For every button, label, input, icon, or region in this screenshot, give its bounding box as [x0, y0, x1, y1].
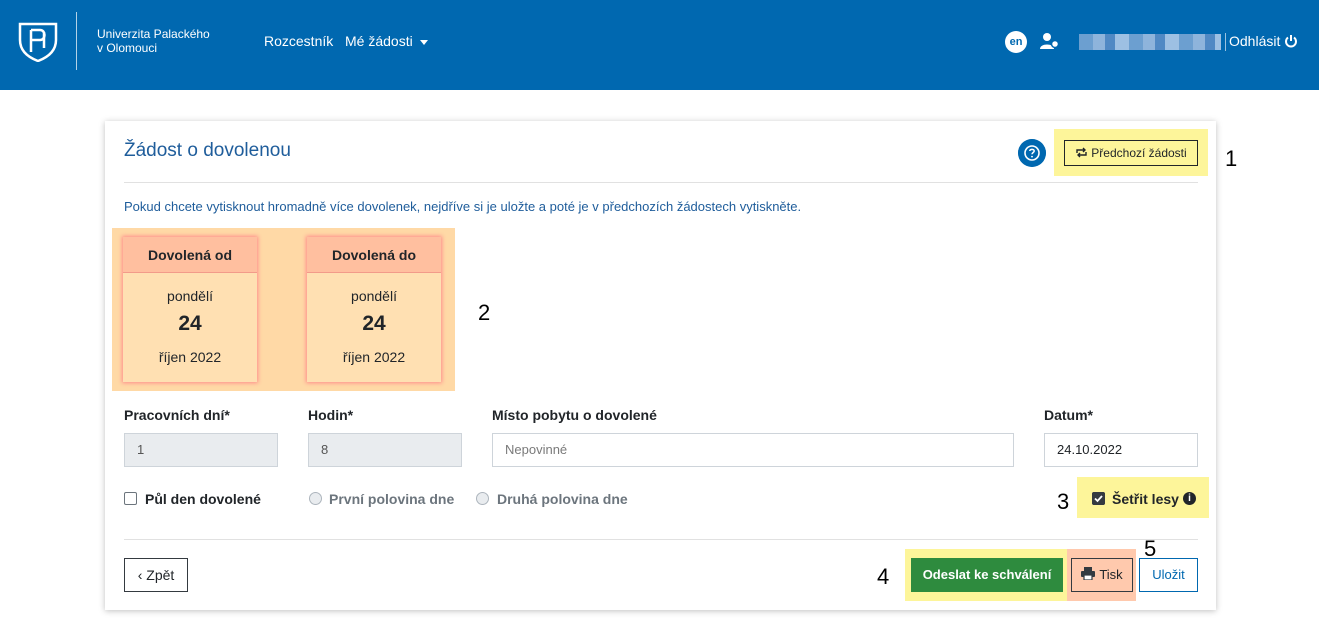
date-from-picker[interactable]: Dovolená od pondělí 24 říjen 2022 — [123, 237, 257, 382]
logo-divider — [76, 12, 77, 70]
half-day-label: Půl den dovolené — [145, 491, 261, 507]
vacation-place-label: Místo pobytu o dovolené — [492, 407, 657, 423]
second-half-label: Druhá polovina dne — [497, 491, 628, 507]
date-input[interactable]: 24.10.2022 — [1044, 433, 1198, 467]
divider — [124, 182, 1198, 183]
university-name-line1: Univerzita Palackého — [97, 27, 210, 41]
power-icon — [1285, 35, 1298, 48]
university-name: Univerzita Palackého v Olomouci — [97, 27, 210, 55]
logout-label: Odhlásit — [1229, 33, 1281, 49]
nav-my-requests-label: Mé žádosti — [345, 33, 413, 49]
date-to-day: 24 — [362, 312, 386, 335]
nav-my-requests-dropdown[interactable]: Mé žádosti — [345, 33, 428, 49]
language-switch-button[interactable]: en — [1005, 31, 1027, 53]
repeat-icon — [1076, 147, 1087, 158]
info-text: Pokud chcete vytisknout hromadně více do… — [124, 199, 802, 214]
half-day-checkbox[interactable] — [124, 492, 137, 505]
chevron-left-icon: ‹ — [137, 567, 147, 583]
date-from-month-year: říjen 2022 — [158, 349, 222, 365]
print-button[interactable]: Tisk — [1071, 558, 1133, 592]
hours-field: 8 — [308, 433, 462, 467]
date-from-weekday: pondělí — [167, 288, 213, 304]
logout-link[interactable]: Odhlásit — [1229, 33, 1298, 49]
date-from-day: 24 — [178, 312, 202, 335]
hours-label: Hodin* — [308, 407, 354, 423]
page-title: Žádost o dovolenou — [124, 140, 291, 161]
caret-down-icon — [419, 39, 428, 45]
divider — [124, 539, 1198, 540]
header-divider — [1225, 33, 1226, 51]
date-label: Datum* — [1044, 407, 1094, 423]
date-to-month-year: říjen 2022 — [342, 349, 406, 365]
second-half-radio[interactable] — [476, 492, 489, 505]
workdays-label: Pracovních dní* — [124, 407, 230, 423]
university-name-line2: v Olomouci — [97, 41, 158, 55]
info-icon[interactable]: i — [1183, 492, 1196, 505]
date-to-weekday: pondělí — [351, 288, 397, 304]
date-to-header: Dovolená do — [307, 237, 441, 273]
annotation-4: 4 — [877, 564, 890, 589]
print-label: Tisk — [1099, 567, 1123, 582]
annotation-3: 3 — [1057, 489, 1070, 514]
send-for-approval-button[interactable]: Odeslat ke schválení — [911, 558, 1063, 592]
back-button[interactable]: ‹ Zpět — [124, 558, 188, 592]
previous-requests-button[interactable]: Předchozí žádosti — [1064, 140, 1198, 166]
annotation-2: 2 — [478, 300, 491, 325]
save-button[interactable]: Uložit — [1139, 558, 1198, 592]
first-half-radio[interactable] — [309, 492, 322, 505]
nav-home-link[interactable]: Rozcestník — [264, 33, 333, 49]
user-name-redacted — [1079, 34, 1221, 50]
university-logo[interactable] — [18, 20, 58, 62]
vacation-place-input[interactable]: Nepovinné — [492, 433, 1014, 467]
top-navbar: Univerzita Palackého v Olomouci Rozcestn… — [0, 0, 1319, 90]
save-forests-label: Šetřit lesy — [1112, 491, 1179, 507]
printer-icon — [1081, 567, 1096, 581]
date-to-picker[interactable]: Dovolená do pondělí 24 říjen 2022 — [307, 237, 441, 382]
previous-requests-label: Předchozí žádosti — [1091, 146, 1187, 160]
save-forests-checkbox[interactable] — [1092, 492, 1105, 505]
leave-request-card: Žádost o dovolenou Předchozí žádosti Pok… — [105, 121, 1237, 610]
help-icon[interactable] — [1018, 139, 1046, 167]
date-from-header: Dovolená od — [123, 237, 257, 273]
back-label: Zpět — [146, 567, 175, 583]
workdays-field: 1 — [124, 433, 278, 467]
first-half-label: První polovina dne — [329, 491, 455, 507]
user-settings-icon[interactable] — [1040, 32, 1060, 50]
annotation-1: 1 — [1225, 146, 1238, 171]
